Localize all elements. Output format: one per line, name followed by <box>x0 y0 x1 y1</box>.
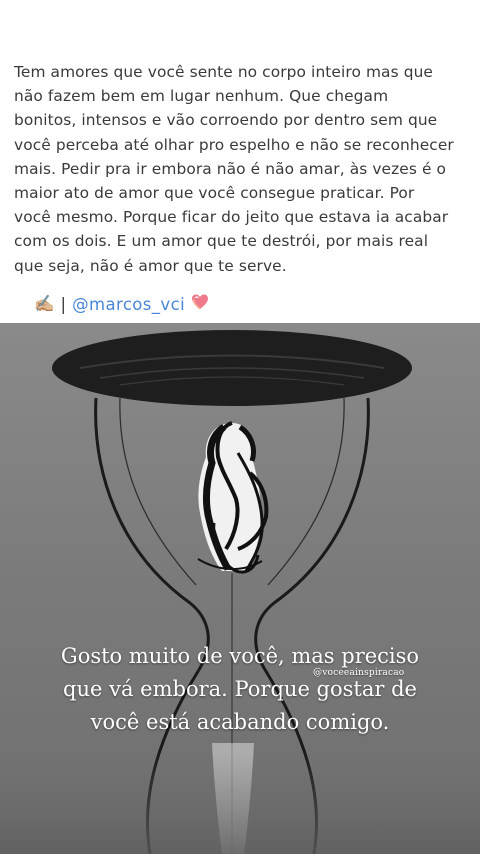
post-text: Tem amores que você sente no corpo intei… <box>14 60 470 278</box>
watermark-handle: @voceeainspiracao <box>313 668 405 678</box>
post-text-line: você mesmo. Porque ficar do jeito que es… <box>14 208 449 227</box>
hourglass-woman-illustration <box>0 323 480 854</box>
post-text-line: Tem amores que você sente no corpo intei… <box>14 63 433 81</box>
post-text-line: bonitos, intensos e vão corroendo por de… <box>14 111 438 130</box>
post-text-line: com os dois. E um amor que te destrói, p… <box>14 232 429 251</box>
author-signature: ✍🏼 | @marcos_vci <box>34 290 209 318</box>
post-text-line: maior ato de amor que você consegue prat… <box>14 184 415 203</box>
quote-line: Gosto muito de você, mas preciso <box>60 644 420 668</box>
post-image[interactable]: Gosto muito de você, mas preciso que vá … <box>0 323 480 854</box>
post-text-line: que seja, não é amor que te serve. <box>14 256 287 275</box>
quote-line: que vá embora. Porque gostar de <box>63 677 417 701</box>
writing-hand-icon: ✍🏼 <box>34 294 55 313</box>
signature-separator: | <box>60 294 67 314</box>
author-handle-link[interactable]: @marcos_vci <box>72 295 185 314</box>
quote-line: você está acabando comigo. <box>90 710 390 734</box>
post-text-line: você perceba até olhar pro espelho e não… <box>14 135 454 154</box>
peach-heart-icon <box>191 293 209 315</box>
image-quote: Gosto muito de você, mas preciso que vá … <box>0 640 480 739</box>
post-text-line: não fazem bem em lugar nenhum. Que chega… <box>14 87 389 106</box>
post-text-line: mais. Pedir pra ir embora não é não amar… <box>14 159 447 178</box>
